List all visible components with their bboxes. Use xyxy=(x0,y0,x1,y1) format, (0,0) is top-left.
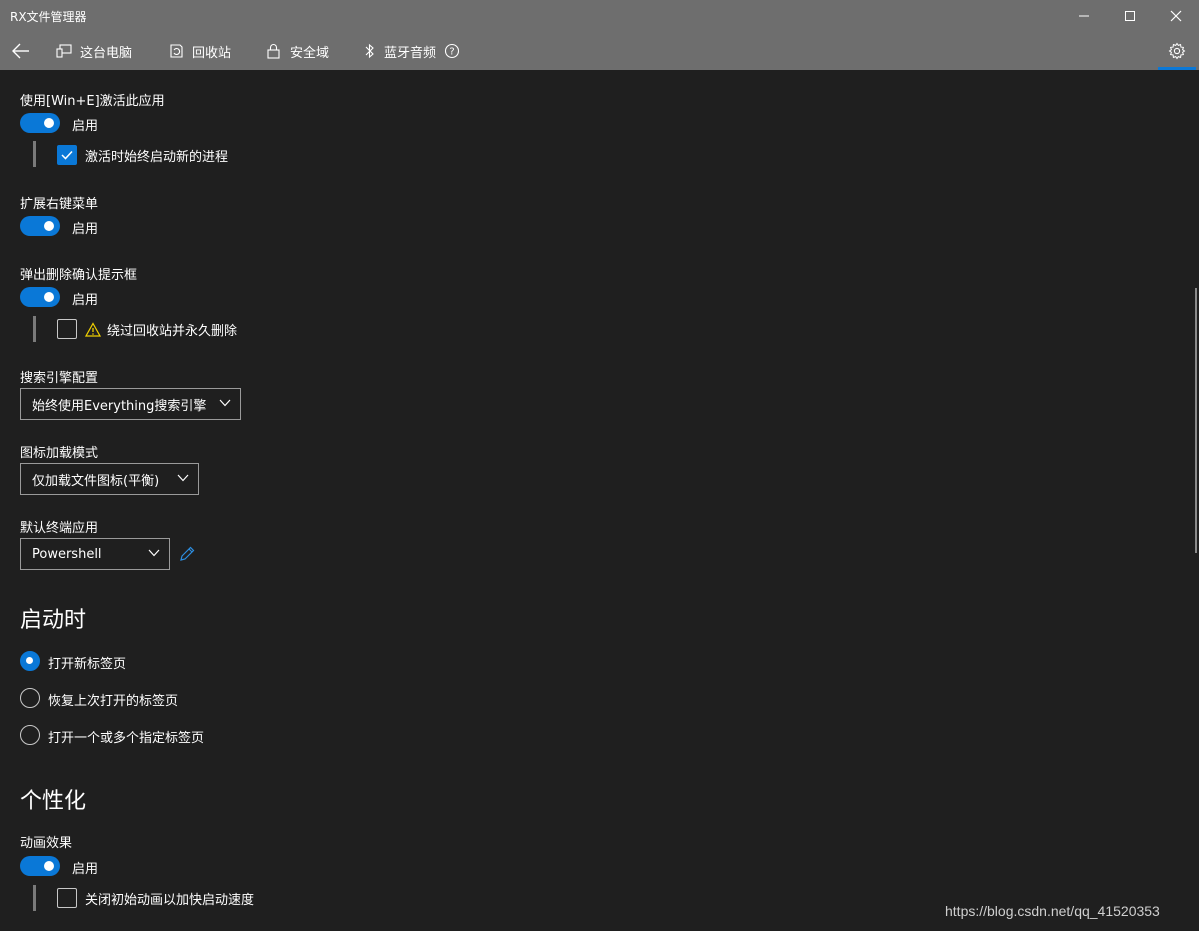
search-engine-value: 始终使用Everything搜索引擎 xyxy=(32,398,207,414)
back-arrow-icon xyxy=(12,43,29,59)
new-process-checkbox[interactable] xyxy=(57,145,77,165)
chevron-down-icon xyxy=(219,399,231,407)
win-e-toggle[interactable] xyxy=(20,113,60,133)
settings-content: 使用[Win+E]激活此应用 启用 激活时始终启动新的进程 扩展右键菜单 启用 … xyxy=(20,70,1190,931)
edit-terminal-button[interactable] xyxy=(179,546,195,566)
startup-radio-new-tab[interactable] xyxy=(20,651,40,671)
recycle-bin-icon xyxy=(170,44,183,58)
win-e-title: 使用[Win+E]激活此应用 xyxy=(20,94,165,109)
vertical-scrollbar[interactable] xyxy=(1195,288,1197,553)
nav-item-label: 回收站 xyxy=(192,45,232,61)
pencil-icon xyxy=(180,546,195,561)
lock-icon xyxy=(267,44,280,59)
nav-bar: 这台电脑 回收站 安全域 蓝牙音频 ? xyxy=(0,36,1199,66)
disable-intro-animation-label: 关闭初始动画以加快启动速度 xyxy=(85,893,255,908)
permanent-delete-checkbox[interactable] xyxy=(57,319,77,339)
computer-icon xyxy=(56,44,72,58)
back-button[interactable] xyxy=(8,38,34,64)
context-menu-toggle[interactable] xyxy=(20,216,60,236)
animation-title: 动画效果 xyxy=(20,836,73,851)
context-menu-title: 扩展右键菜单 xyxy=(20,197,99,212)
icon-load-value: 仅加载文件图标(平衡) xyxy=(32,473,160,489)
delete-confirm-toggle[interactable] xyxy=(20,287,60,307)
gear-icon xyxy=(1168,42,1186,60)
win-e-toggle-label: 启用 xyxy=(72,119,99,134)
nav-item-secure-area[interactable]: 安全域 xyxy=(266,36,329,66)
startup-radio-label: 打开一个或多个指定标签页 xyxy=(48,731,205,746)
startup-section-title: 启动时 xyxy=(20,608,87,633)
permanent-delete-label: 绕过回收站并永久删除 xyxy=(85,320,237,339)
startup-radio-label: 恢复上次打开的标签页 xyxy=(48,694,179,709)
close-icon xyxy=(1170,10,1182,22)
nav-item-label: 这台电脑 xyxy=(80,45,133,61)
context-menu-toggle-label: 启用 xyxy=(72,222,99,237)
terminal-select[interactable]: Powershell xyxy=(20,538,170,570)
svg-text:?: ? xyxy=(449,47,454,58)
settings-button[interactable] xyxy=(1158,34,1196,68)
watermark: https://blog.csdn.net/qq_41520353 xyxy=(945,903,1160,919)
app-title: RX文件管理器 xyxy=(10,10,87,24)
nav-item-bluetooth-audio[interactable]: 蓝牙音频 ? xyxy=(364,36,460,66)
close-button[interactable] xyxy=(1153,0,1199,32)
minimize-button[interactable] xyxy=(1061,0,1107,32)
nav-item-label: 安全域 xyxy=(290,45,330,61)
bluetooth-icon xyxy=(365,43,374,59)
search-engine-title: 搜索引擎配置 xyxy=(20,371,99,386)
indent-bar xyxy=(33,885,36,911)
terminal-title: 默认终端应用 xyxy=(20,521,99,536)
maximize-button[interactable] xyxy=(1107,0,1153,32)
minimize-icon xyxy=(1079,15,1089,17)
maximize-icon xyxy=(1125,11,1135,21)
nav-item-this-pc[interactable]: 这台电脑 xyxy=(56,36,132,66)
delete-confirm-title: 弹出删除确认提示框 xyxy=(20,268,138,283)
warning-icon xyxy=(85,322,101,337)
disable-intro-animation-checkbox[interactable] xyxy=(57,888,77,908)
delete-confirm-toggle-label: 启用 xyxy=(72,293,99,308)
indent-bar xyxy=(33,316,36,342)
startup-radio-restore-tabs[interactable] xyxy=(20,688,40,708)
animation-toggle[interactable] xyxy=(20,856,60,876)
icon-load-title: 图标加载模式 xyxy=(20,446,99,461)
chevron-down-icon xyxy=(148,549,160,557)
icon-load-select[interactable]: 仅加载文件图标(平衡) xyxy=(20,463,199,495)
chevron-down-icon xyxy=(177,474,189,482)
new-process-label: 激活时始终启动新的进程 xyxy=(85,150,229,165)
help-icon[interactable]: ? xyxy=(444,43,460,59)
startup-radio-label: 打开新标签页 xyxy=(48,657,127,672)
nav-item-label: 蓝牙音频 xyxy=(384,45,437,61)
startup-radio-specific-tabs[interactable] xyxy=(20,725,40,745)
title-bar: RX文件管理器 这台电脑 回收站 安全域 蓝牙音频 ? xyxy=(0,0,1199,70)
indent-bar xyxy=(33,141,36,167)
nav-item-recycle-bin[interactable]: 回收站 xyxy=(168,36,231,66)
terminal-value: Powershell xyxy=(32,546,102,562)
checkmark-icon xyxy=(61,150,73,160)
animation-toggle-label: 启用 xyxy=(72,862,99,877)
personalization-section-title: 个性化 xyxy=(20,789,87,814)
search-engine-select[interactable]: 始终使用Everything搜索引擎 xyxy=(20,388,241,420)
